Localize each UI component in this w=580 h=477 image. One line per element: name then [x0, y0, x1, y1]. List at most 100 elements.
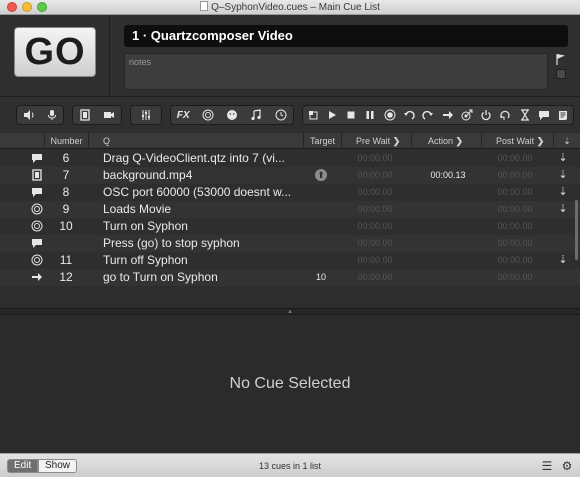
arrow-right-icon [26, 269, 48, 286]
cue-post-wait: 00:00.00 [497, 153, 533, 163]
table-row[interactable]: Press (go) to stop syphon 00:00.00 00:00… [0, 235, 580, 252]
cue-post-wait: 00:00.00 [497, 204, 533, 214]
music-note-icon[interactable] [248, 107, 264, 123]
cue-action-duration: 00:00.13 [430, 170, 466, 180]
flag-icon[interactable] [555, 53, 567, 65]
effects-group: FX [170, 105, 294, 125]
cue-pre-wait: 00:00.00 [357, 170, 393, 180]
cue-post-wait: 00:00.00 [497, 187, 533, 197]
column-post-wait[interactable]: Post Wait ❯ [481, 133, 553, 149]
cue-number: 8 [62, 185, 70, 199]
continue-arrow-icon[interactable]: ⇣ [556, 252, 570, 269]
target-icon[interactable] [200, 107, 216, 123]
cue-table-header: Number Q Target Pre Wait ❯ Action ❯ Post… [0, 133, 580, 149]
stop-square-icon[interactable] [305, 107, 321, 123]
cue-post-wait: 00:00.00 [497, 221, 533, 231]
target-icon [26, 218, 48, 235]
continue-arrow-icon[interactable]: ⇣ [556, 167, 570, 184]
notes-field[interactable]: notes [124, 53, 548, 90]
cue-target[interactable]: ⬆ [305, 167, 337, 184]
cue-target[interactable]: 10 [305, 269, 337, 286]
cue-pre-wait: 00:00.00 [357, 238, 393, 248]
cue-toolbar: FX [0, 96, 580, 132]
cue-list: 6 Drag Q-VideoClient.qtz into 7 (vi... 0… [0, 150, 580, 286]
list-icon[interactable]: ☰ [540, 459, 554, 473]
gear-icon[interactable]: ⚙ [560, 459, 574, 473]
video-group [72, 105, 122, 125]
cue-pre-wait: 00:00.00 [357, 255, 393, 265]
cue-q-name: Press (go) to stop syphon [103, 236, 240, 250]
audio-group [16, 105, 64, 125]
hourglass-icon[interactable] [517, 107, 533, 123]
post-wait-label: Post Wait [496, 136, 535, 146]
film-icon[interactable] [77, 107, 93, 123]
smile-icon[interactable] [224, 107, 240, 123]
cue-post-wait: 00:00.00 [497, 272, 533, 282]
target-arrow-icon[interactable] [459, 107, 475, 123]
pause-icon[interactable] [362, 107, 378, 123]
cue-post-wait: 00:00.00 [497, 255, 533, 265]
redo-icon[interactable] [420, 107, 436, 123]
column-target[interactable]: Target [303, 133, 341, 149]
table-row[interactable]: 10 Turn on Syphon 00:00.00 00:00.00 [0, 218, 580, 235]
script-icon[interactable] [555, 107, 571, 123]
cue-number [48, 235, 84, 252]
column-q[interactable]: Q [88, 133, 303, 149]
arrow-right-icon[interactable] [440, 107, 456, 123]
title-bar: Q–SyphonVideo.cues – Main Cue List [0, 0, 580, 15]
grip-icon: ▲ [287, 309, 293, 315]
table-row[interactable]: 6 Drag Q-VideoClient.qtz into 7 (vi... 0… [0, 150, 580, 167]
speaker-icon[interactable] [21, 107, 37, 123]
record-icon[interactable] [382, 107, 398, 123]
pre-wait-label: Pre Wait [356, 136, 391, 146]
chevron-right-icon: ❯ [536, 136, 545, 146]
app-window: Q–SyphonVideo.cues – Main Cue List GO 1 … [0, 0, 580, 477]
speech-bubble-icon [26, 150, 48, 167]
go-button[interactable]: GO [14, 27, 96, 77]
inspector-panel: No Cue Selected [0, 315, 580, 453]
table-row[interactable]: 11 Turn off Syphon 00:00.00 00:00.00 ⇣ [0, 252, 580, 269]
sliders-icon[interactable] [138, 107, 154, 123]
chevron-right-icon: ❯ [392, 136, 401, 146]
action-label: Action [428, 136, 454, 146]
cue-q-name: Turn on Syphon [103, 219, 188, 233]
undo-icon[interactable] [401, 107, 417, 123]
cue-q-name: OSC port 60000 (53000 doesnt w... [103, 185, 292, 199]
cue-pre-wait: 00:00.00 [357, 204, 393, 214]
window-title: Q–SyphonVideo.cues – Main Cue List [0, 1, 580, 13]
cue-pre-wait: 00:00.00 [357, 153, 393, 163]
document-icon [200, 1, 209, 11]
column-action[interactable]: Action ❯ [411, 133, 481, 149]
table-row[interactable]: 12 go to Turn on Syphon 10 00:00.00 00:0… [0, 269, 580, 286]
column-pre-wait[interactable]: Pre Wait ❯ [341, 133, 411, 149]
column-continue[interactable]: ⇣ [553, 133, 580, 149]
speech-bubble-icon[interactable] [536, 107, 552, 123]
microphone-icon[interactable] [44, 107, 60, 123]
cue-number: 6 [62, 151, 70, 165]
camera-icon[interactable] [101, 107, 117, 123]
cue-number: 12 [59, 270, 73, 284]
table-row[interactable]: 7 background.mp4 ⬆ 00:00.00 00:00.13 00:… [0, 167, 580, 184]
film-icon [26, 167, 48, 184]
chevron-right-icon: ❯ [455, 136, 464, 146]
cue-number: 7 [62, 168, 70, 182]
power-icon[interactable] [478, 107, 494, 123]
stop-icon[interactable] [343, 107, 359, 123]
table-row[interactable]: 9 Loads Movie 00:00.00 00:00.00 ⇣ [0, 201, 580, 218]
table-row[interactable]: 8 OSC port 60000 (53000 doesnt w... 00:0… [0, 184, 580, 201]
split-view-divider[interactable]: ▲ [0, 308, 580, 315]
cue-list-scrollbar[interactable] [575, 200, 578, 260]
continue-arrow-icon[interactable]: ⇣ [556, 150, 570, 167]
play-icon[interactable] [324, 107, 340, 123]
flag-checkbox[interactable] [556, 69, 566, 79]
continue-arrow-icon[interactable]: ⇣ [556, 201, 570, 218]
cue-q-name: background.mp4 [103, 168, 193, 182]
column-number[interactable]: Number [44, 133, 88, 149]
cue-post-wait: 00:00.00 [497, 238, 533, 248]
fade-group [130, 105, 162, 125]
continue-arrow-icon: ⇣ [563, 136, 571, 146]
clock-icon[interactable] [273, 107, 289, 123]
continue-arrow-icon[interactable]: ⇣ [556, 184, 570, 201]
loop-icon[interactable] [497, 107, 513, 123]
fx-icon[interactable]: FX [175, 107, 191, 123]
